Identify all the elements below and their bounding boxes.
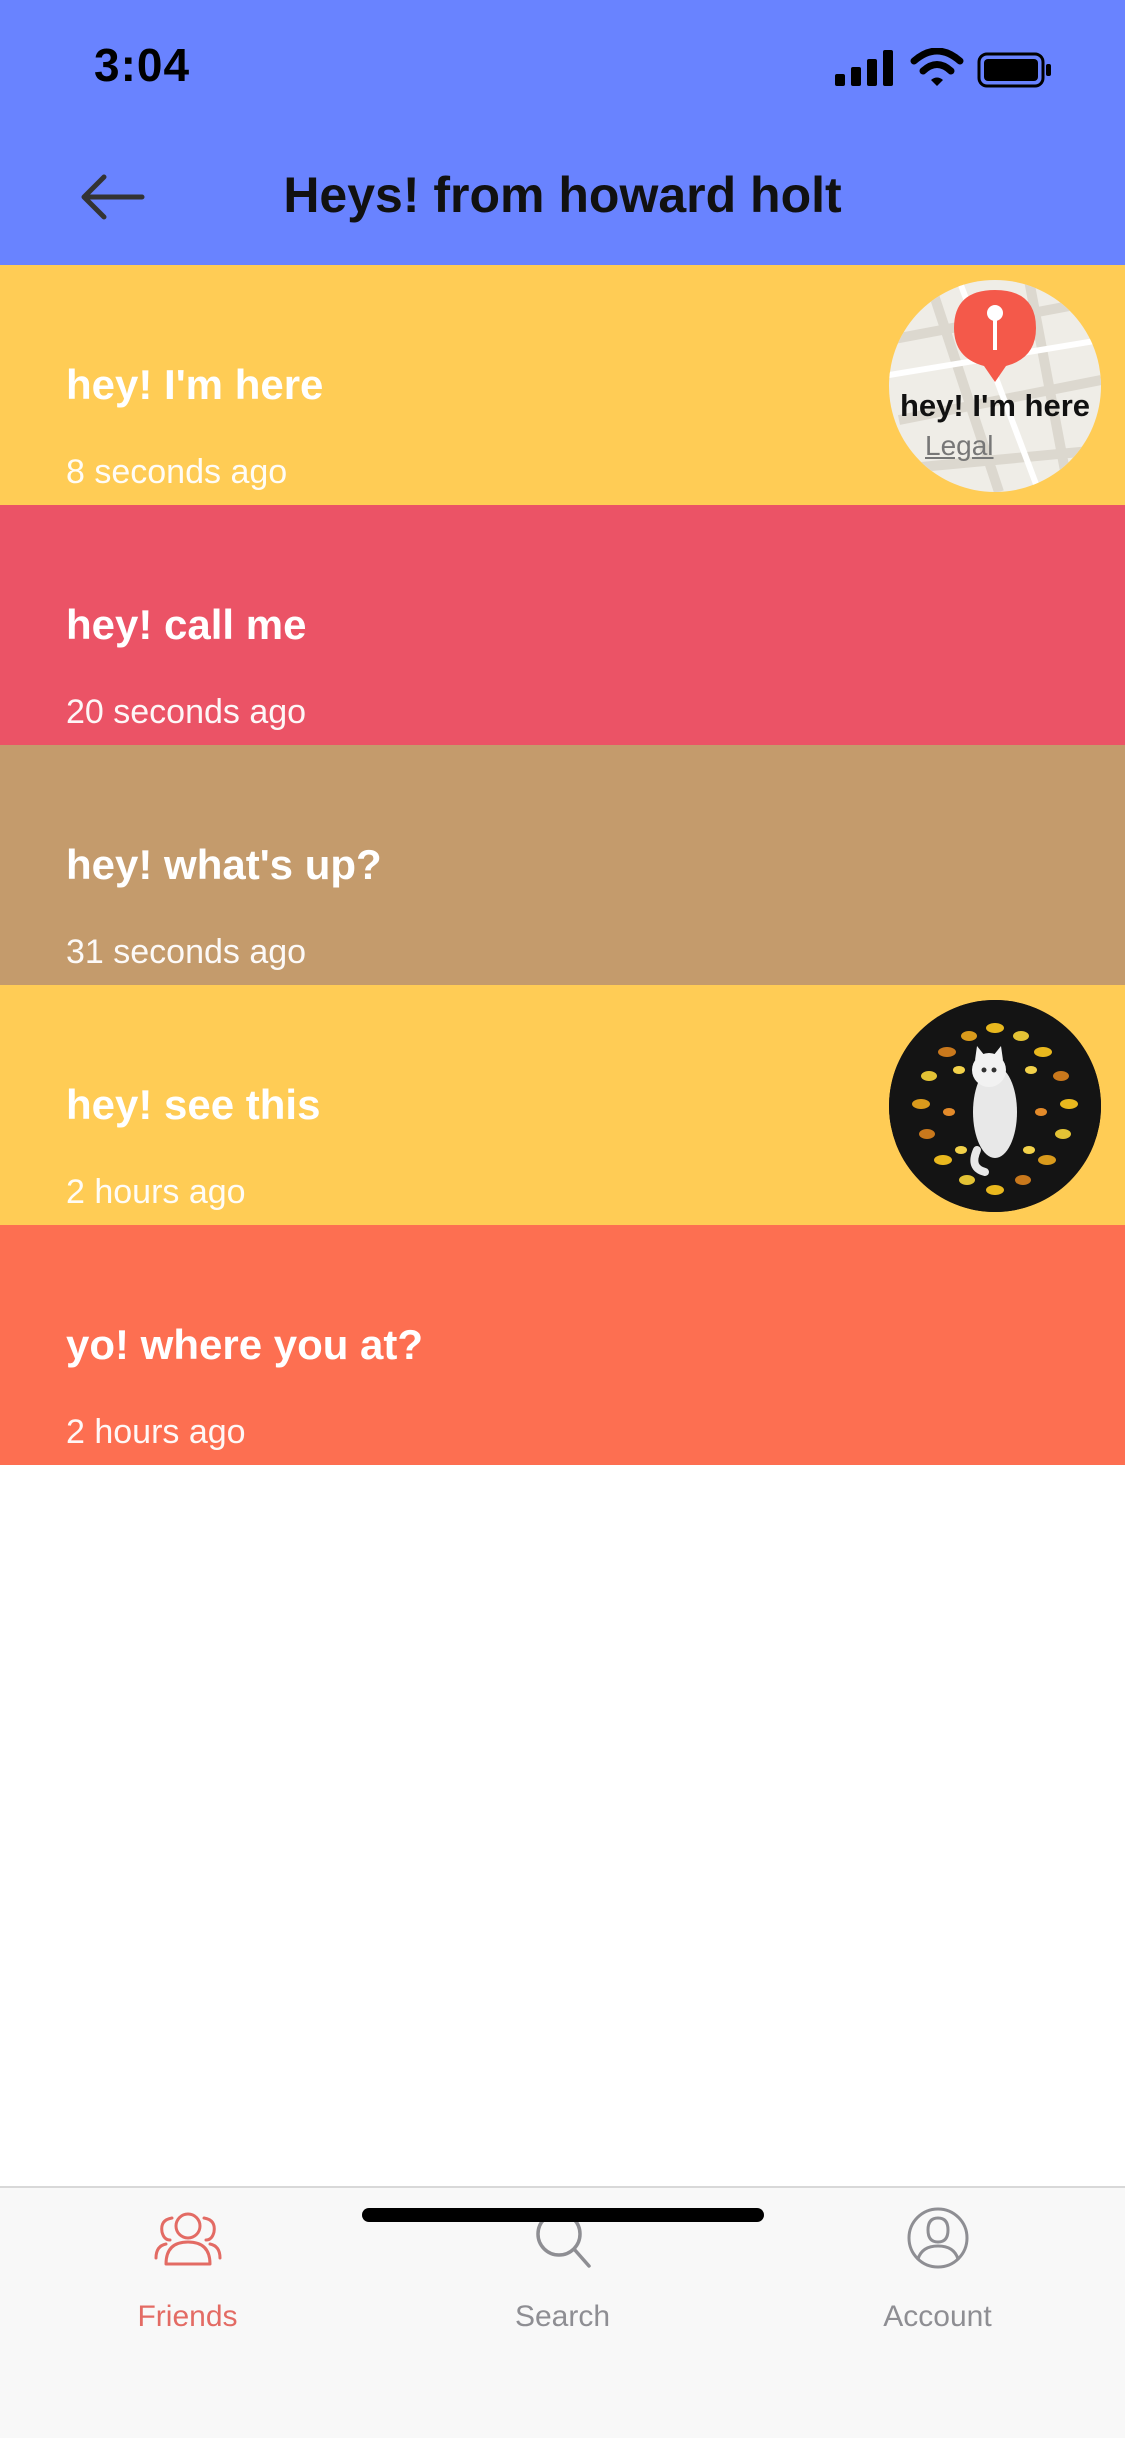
status-time: 3:04 bbox=[94, 39, 191, 91]
message-time: 31 seconds ago bbox=[66, 933, 307, 971]
message-text: hey! see this bbox=[66, 1081, 321, 1128]
status-icons bbox=[835, 48, 1085, 90]
message-text: hey! I'm here bbox=[66, 361, 324, 408]
account-icon bbox=[907, 2207, 969, 2269]
message-row[interactable]: hey! what's up? 31 seconds ago bbox=[0, 745, 1125, 985]
message-time: 20 seconds ago bbox=[66, 693, 307, 731]
arrow-left-icon bbox=[81, 174, 145, 220]
home-indicator bbox=[362, 2208, 764, 2222]
wifi-icon bbox=[910, 48, 964, 86]
tab-bar: Friends Search Account bbox=[0, 2186, 1125, 2438]
back-button[interactable] bbox=[70, 160, 160, 230]
message-time: 8 seconds ago bbox=[66, 453, 288, 491]
message-row[interactable]: hey! I'm here 8 seconds ago hey! I'm her… bbox=[0, 265, 1125, 505]
message-text: yo! where you at? bbox=[66, 1321, 424, 1368]
signal-icon bbox=[835, 50, 893, 86]
map-label: hey! I'm here bbox=[900, 388, 1090, 423]
tab-label: Friends bbox=[137, 2300, 238, 2333]
tab-friends[interactable]: Friends bbox=[0, 2188, 375, 2368]
message-row[interactable]: hey! call me 20 seconds ago bbox=[0, 505, 1125, 745]
photo-thumbnail[interactable] bbox=[889, 1000, 1101, 1212]
tab-label: Account bbox=[883, 2300, 992, 2333]
friends-icon bbox=[154, 2212, 222, 2266]
header-bar: 3:04 Heys! from howard holt bbox=[0, 0, 1125, 265]
battery-icon bbox=[977, 52, 1051, 88]
message-text: hey! what's up? bbox=[66, 841, 382, 888]
map-pin-icon bbox=[954, 290, 1036, 382]
message-row[interactable]: yo! where you at? 2 hours ago bbox=[0, 1225, 1125, 1465]
tab-account[interactable]: Account bbox=[750, 2188, 1125, 2368]
map-thumbnail[interactable]: hey! I'm here Legal bbox=[889, 280, 1101, 492]
page-title: Heys! from howard holt bbox=[283, 167, 842, 223]
cat-leaves-photo bbox=[889, 1000, 1101, 1212]
message-time: 2 hours ago bbox=[66, 1413, 246, 1451]
message-text: hey! call me bbox=[66, 601, 307, 648]
message-list: hey! I'm here 8 seconds ago hey! I'm her… bbox=[0, 265, 1125, 1465]
tab-label: Search bbox=[514, 2300, 611, 2333]
map-legal-link[interactable]: Legal bbox=[925, 430, 994, 462]
message-row[interactable]: hey! see this 2 hours ago bbox=[0, 985, 1125, 1225]
message-time: 2 hours ago bbox=[66, 1173, 246, 1211]
